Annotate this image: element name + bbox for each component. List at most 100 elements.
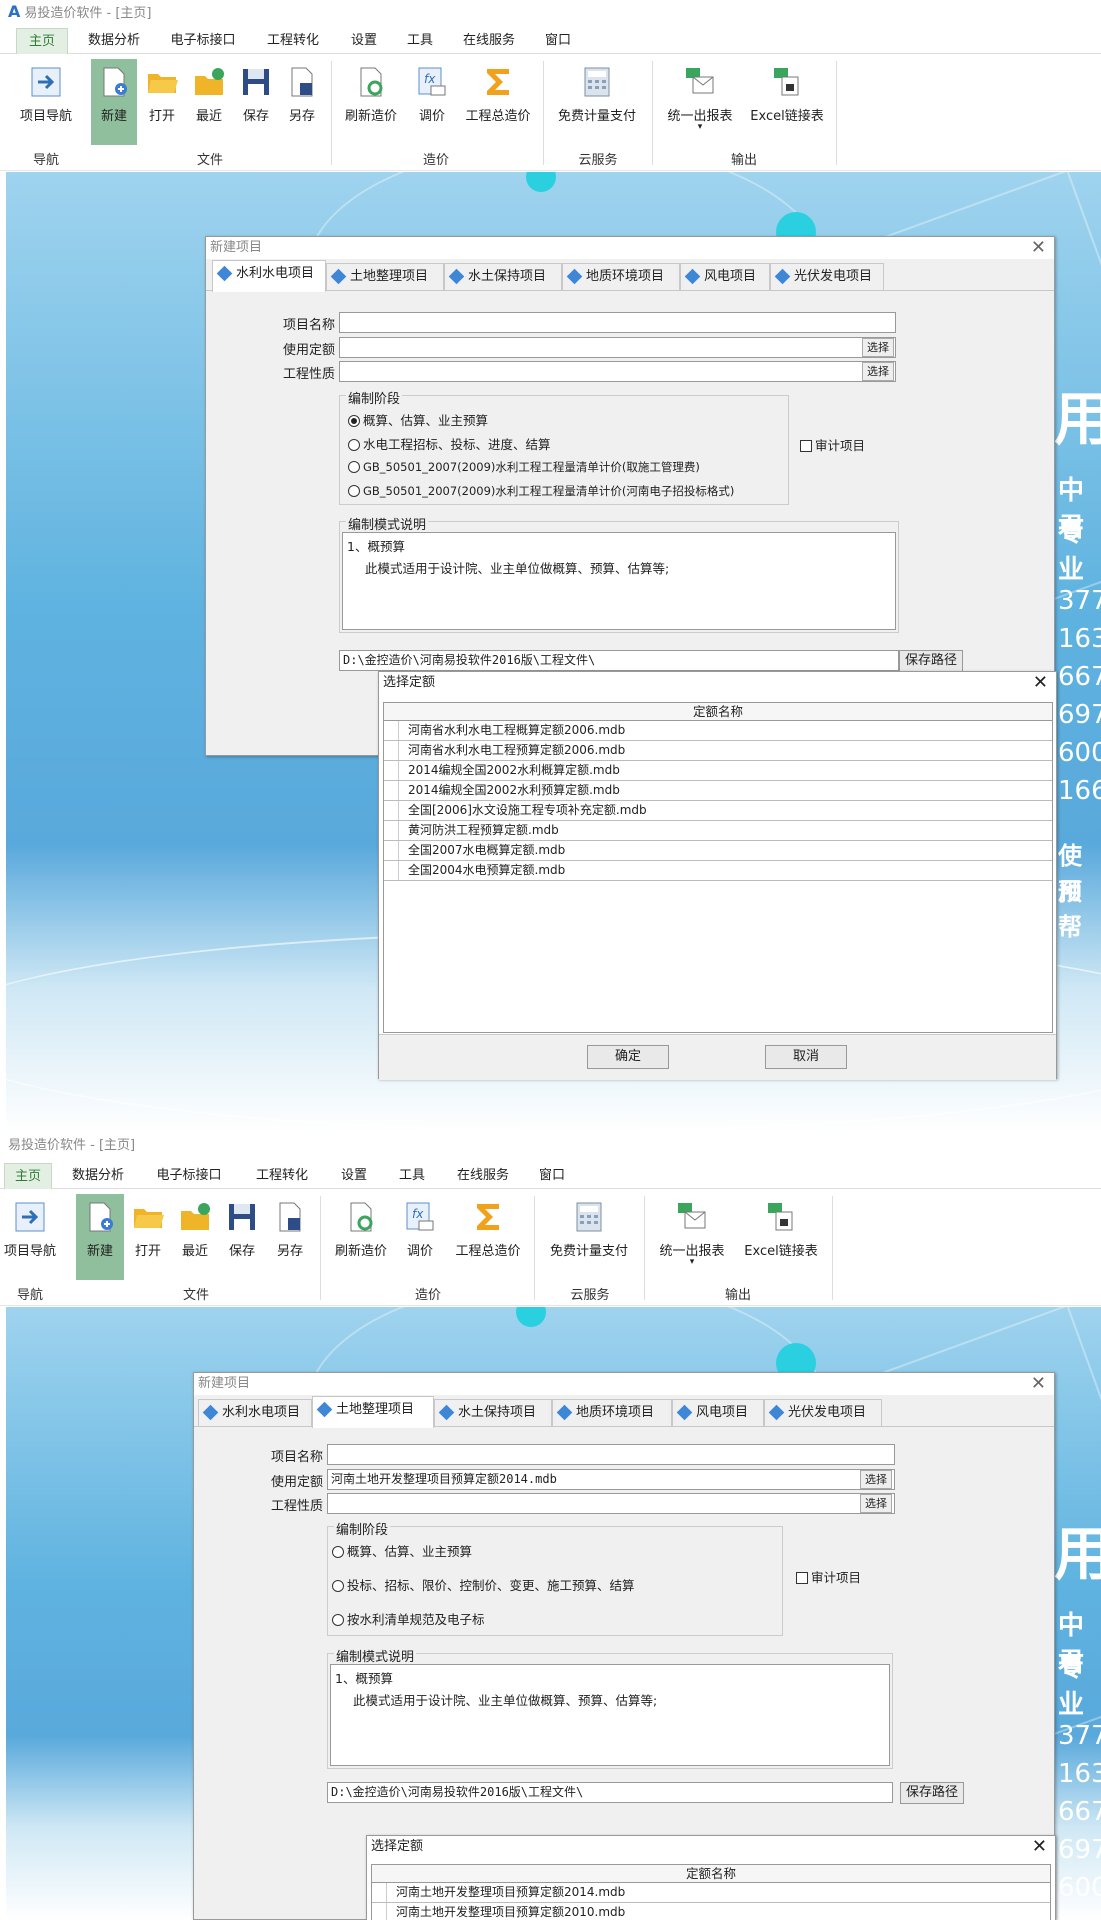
menu-tab-tools[interactable]: 工具 [390, 1163, 434, 1189]
measure-pay-button[interactable]: 免费计量支付 [542, 1194, 636, 1280]
menu-tab-home[interactable]: 主页 [16, 28, 68, 54]
tab-water-conservancy[interactable]: 水利水电项目 [198, 1399, 312, 1427]
menu-tab-settings[interactable]: 设置 [332, 1163, 376, 1189]
save-path-button[interactable]: 保存路径 [900, 1782, 964, 1804]
save-path-input[interactable]: D:\金控造价\河南易投软件2016版\工程文件\ [339, 650, 899, 671]
quota-select-button[interactable]: 选择 [860, 1470, 892, 1489]
menu-tab-online[interactable]: 在线服务 [454, 28, 524, 54]
stage-option-3[interactable]: GB_50501_2007(2009)水利工程工程量清单计价(取施工管理费) [348, 459, 700, 475]
excel-link-button[interactable]: Excel链接表 [740, 1194, 822, 1280]
recent-button[interactable]: 最近 [172, 1194, 218, 1280]
save-button[interactable]: 保存 [220, 1194, 264, 1280]
project-name-input[interactable] [339, 312, 896, 333]
new-file-icon [89, 1202, 113, 1232]
adjust-price-button[interactable]: fx 调价 [398, 1194, 442, 1280]
group-file-label: 文件 [182, 1288, 209, 1303]
quota-row[interactable]: 全国2007水电概算定额.mdb [384, 841, 1052, 861]
close-icon[interactable]: ✕ [1031, 1373, 1046, 1395]
save-button[interactable]: 保存 [234, 59, 278, 145]
bg-num-2: 163 [1058, 1759, 1101, 1789]
menu-tab-tools[interactable]: 工具 [398, 28, 442, 54]
new-button[interactable]: 新建 [91, 59, 137, 145]
tab-land-consolidation[interactable]: 土地整理项目 [326, 263, 444, 291]
quota-row[interactable]: 河南土地开发整理项目预算定额2014.mdb [372, 1883, 1050, 1903]
menu-tab-data-analysis[interactable]: 数据分析 [64, 1163, 132, 1189]
save-path-button[interactable]: 保存路径 [899, 650, 963, 672]
dialog-title: 新建项目 [198, 1376, 251, 1391]
save-as-button[interactable]: 另存 [280, 59, 324, 145]
audit-checkbox[interactable]: 审计项目 [796, 1567, 861, 1586]
unified-report-button[interactable]: 统一出报表 ▾ [652, 1194, 732, 1280]
project-nav-button[interactable]: 项目导航 [0, 1194, 60, 1280]
tab-photovoltaic[interactable]: 光伏发电项目 [770, 263, 884, 291]
tab-wind-power[interactable]: 风电项目 [672, 1399, 764, 1427]
stage-option-2[interactable]: 水电工程招标、投标、进度、结算 [348, 434, 551, 453]
menu-tab-window[interactable]: 窗口 [530, 1163, 574, 1189]
quota-row[interactable]: 全国2004水电预算定额.mdb [384, 861, 1052, 881]
audit-checkbox[interactable]: 审计项目 [800, 435, 865, 454]
quota-row[interactable]: 黄河防洪工程预算定额.mdb [384, 821, 1052, 841]
tab-soil-conservation[interactable]: 水土保持项目 [434, 1399, 552, 1427]
total-cost-button[interactable]: 工程总造价 [448, 1194, 528, 1280]
ok-button[interactable]: 确定 [587, 1045, 669, 1069]
excel-link-button[interactable]: Excel链接表 [746, 59, 828, 145]
save-as-button[interactable]: 另存 [268, 1194, 312, 1280]
tab-geo-environment[interactable]: 地质环境项目 [552, 1399, 672, 1427]
quota-row[interactable]: 河南省水利水电工程概算定额2006.mdb [384, 721, 1052, 741]
menu-tab-convert[interactable]: 工程转化 [258, 28, 328, 54]
menu-tab-window[interactable]: 窗口 [536, 28, 580, 54]
tab-geo-environment[interactable]: 地质环境项目 [562, 263, 680, 291]
quota-select-button[interactable]: 选择 [862, 338, 894, 357]
folder-open-icon [148, 74, 178, 93]
tab-water-conservancy[interactable]: 水利水电项目 [212, 260, 326, 292]
quota-row[interactable]: 河南土地开发整理项目预算定额2010.mdb [372, 1903, 1050, 1920]
new-button[interactable]: 新建 [76, 1194, 124, 1280]
project-nav-button[interactable]: 项目导航 [12, 59, 80, 145]
menu-tab-settings[interactable]: 设置 [342, 28, 386, 54]
quota-row[interactable]: 2014编规全国2002水利预算定额.mdb [384, 781, 1052, 801]
quota-input[interactable] [339, 337, 896, 358]
menu-tab-home[interactable]: 主页 [4, 1163, 52, 1189]
tab-soil-conservation[interactable]: 水土保持项目 [444, 263, 562, 291]
measure-pay-button[interactable]: 免费计量支付 [550, 59, 644, 145]
quota-row[interactable]: 河南省水利水电工程预算定额2006.mdb [384, 741, 1052, 761]
quota-row[interactable]: 全国[2006]水文设施工程专项补充定额.mdb [384, 801, 1052, 821]
nature-select-button[interactable]: 选择 [862, 362, 894, 381]
quota-input[interactable]: 河南土地开发整理项目预算定额2014.mdb [327, 1469, 895, 1490]
close-icon[interactable]: ✕ [1033, 672, 1048, 694]
stage-option-4[interactable]: GB_50501_2007(2009)水利工程工程量清单计价(河南电子招投标格式… [348, 483, 734, 499]
stage-option-1[interactable]: 概算、估算、业主预算 [348, 410, 488, 429]
save-path-input[interactable]: D:\金控造价\河南易投软件2016版\工程文件\ [327, 1782, 893, 1803]
open-button[interactable]: 打开 [126, 1194, 170, 1280]
open-label: 打开 [134, 1244, 161, 1259]
recent-button[interactable]: 最近 [186, 59, 232, 145]
tab-photovoltaic[interactable]: 光伏发电项目 [764, 1399, 882, 1427]
quota-row[interactable]: 2014编规全国2002水利概算定额.mdb [384, 761, 1052, 781]
unified-report-button[interactable]: 统一出报表 ▾ [660, 59, 740, 145]
adjust-price-button[interactable]: fx 调价 [410, 59, 454, 145]
menu-tab-e-bid[interactable]: 电子标接口 [162, 28, 244, 54]
cancel-button[interactable]: 取消 [765, 1045, 847, 1069]
stage-option-3[interactable]: 按水利清单规范及电子标 [332, 1609, 485, 1628]
stage-option-1[interactable]: 概算、估算、业主预算 [332, 1541, 472, 1560]
tab-wind-power[interactable]: 风电项目 [680, 263, 770, 291]
select-quota-footer: 确定 取消 [379, 1034, 1056, 1080]
menu-tab-e-bid[interactable]: 电子标接口 [148, 1163, 230, 1189]
refresh-cost-button[interactable]: 刷新造价 [328, 1194, 394, 1280]
project-name-label: 项目名称 [270, 1450, 323, 1465]
menu-tab-online[interactable]: 在线服务 [448, 1163, 518, 1189]
close-icon[interactable]: ✕ [1031, 237, 1046, 259]
refresh-cost-button[interactable]: 刷新造价 [338, 59, 404, 145]
menu-tab-data-analysis[interactable]: 数据分析 [80, 28, 148, 54]
stage-option-2[interactable]: 投标、招标、限价、控制价、变更、施工预算、结算 [332, 1575, 635, 1594]
project-name-input[interactable] [327, 1444, 895, 1465]
menu-tab-convert[interactable]: 工程转化 [248, 1163, 316, 1189]
nature-input[interactable] [339, 361, 896, 382]
bg-text-2: 专业 [1058, 518, 1085, 585]
open-button[interactable]: 打开 [140, 59, 184, 145]
close-icon[interactable]: ✕ [1032, 1836, 1047, 1858]
nature-select-button[interactable]: 选择 [860, 1494, 892, 1513]
tab-land-consolidation[interactable]: 土地整理项目 [312, 1396, 434, 1428]
total-cost-button[interactable]: 工程总造价 [458, 59, 538, 145]
nature-input[interactable] [327, 1493, 895, 1514]
